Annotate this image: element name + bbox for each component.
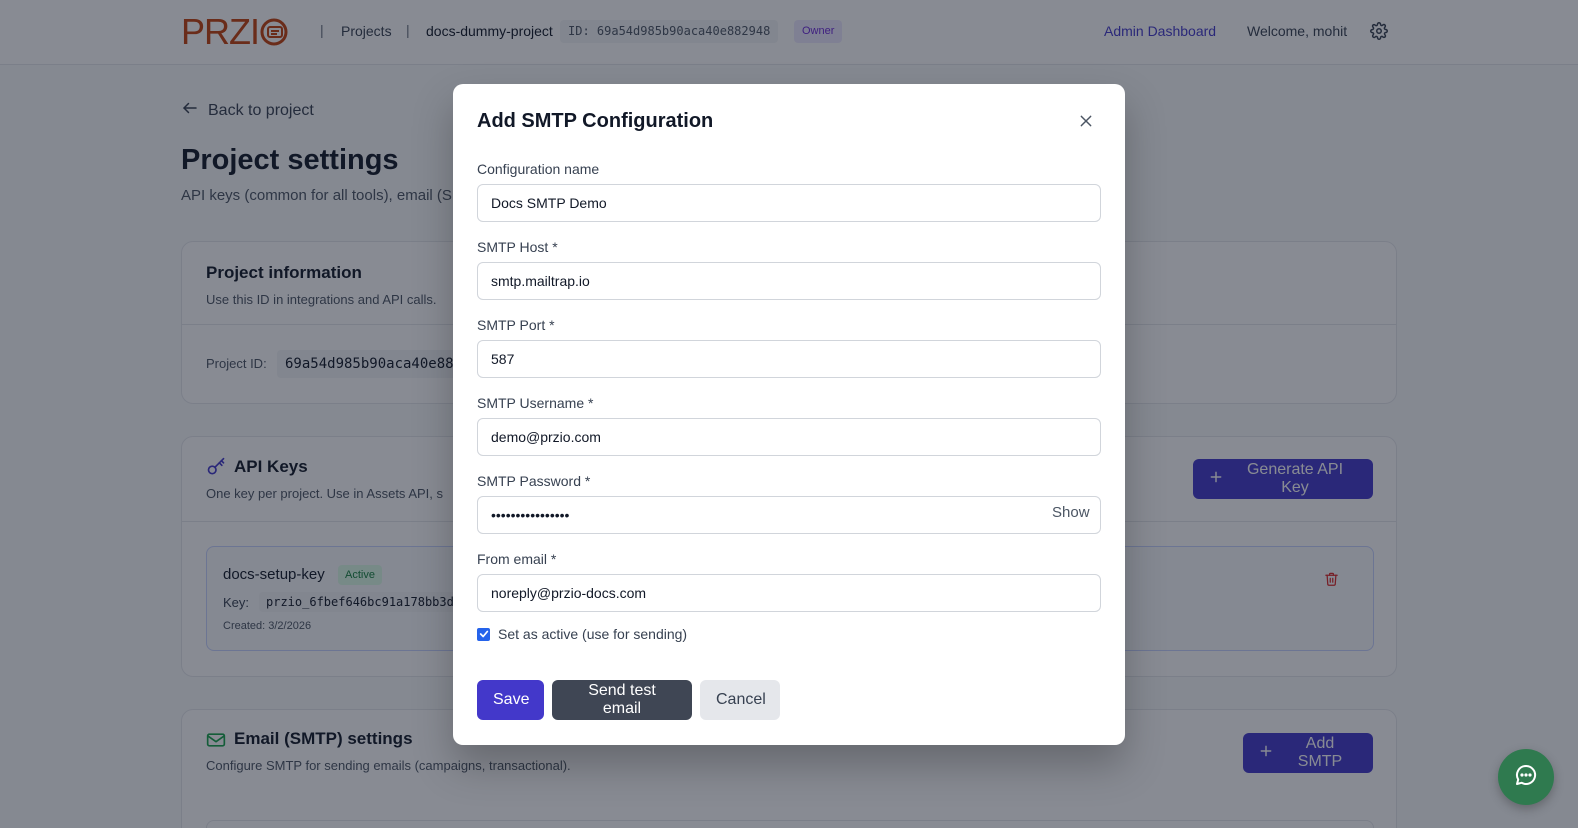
- modal-title: Add SMTP Configuration: [477, 110, 714, 132]
- config-name-input[interactable]: [477, 184, 1101, 222]
- smtp-password-label: SMTP Password *: [477, 473, 591, 489]
- save-button[interactable]: Save: [477, 680, 544, 720]
- from-email-input[interactable]: [477, 574, 1101, 612]
- send-test-email-button[interactable]: Send test email: [552, 680, 692, 720]
- add-smtp-modal: Add SMTP Configuration Configuration nam…: [453, 84, 1125, 745]
- active-checkbox-label: Set as active (use for sending): [498, 626, 688, 642]
- chat-icon: [1514, 763, 1538, 792]
- active-checkbox-row[interactable]: Set as active (use for sending): [477, 626, 687, 642]
- smtp-port-label: SMTP Port *: [477, 317, 555, 333]
- smtp-host-input[interactable]: [477, 262, 1101, 300]
- smtp-username-input[interactable]: [477, 418, 1101, 456]
- smtp-username-label: SMTP Username *: [477, 395, 594, 411]
- smtp-password-input[interactable]: [477, 496, 1101, 534]
- smtp-host-label: SMTP Host *: [477, 239, 558, 255]
- show-password-button[interactable]: Show: [1052, 504, 1090, 521]
- config-name-label: Configuration name: [477, 161, 600, 177]
- chat-button[interactable]: [1498, 749, 1554, 805]
- cancel-button[interactable]: Cancel: [700, 680, 780, 720]
- from-email-label: From email *: [477, 551, 557, 567]
- active-checkbox[interactable]: [477, 627, 490, 641]
- smtp-port-input[interactable]: [477, 340, 1101, 378]
- close-icon[interactable]: [1078, 113, 1094, 129]
